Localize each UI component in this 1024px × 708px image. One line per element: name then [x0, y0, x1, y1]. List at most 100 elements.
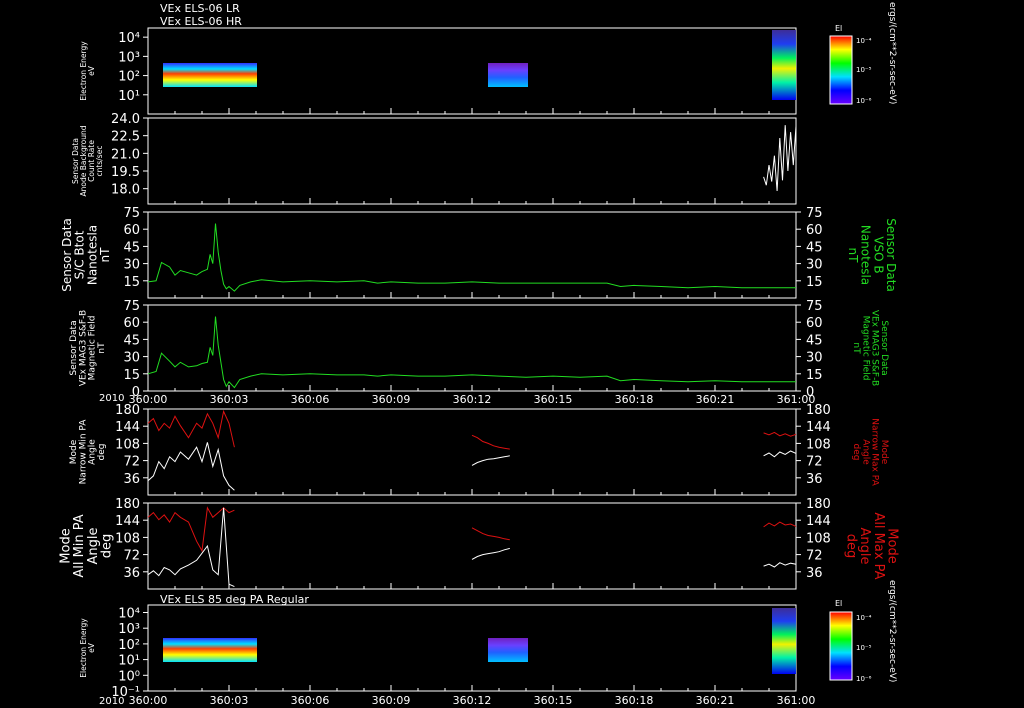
x-tick-label: 360:09: [372, 694, 411, 707]
spectrogram-bottom-blocks: [163, 608, 796, 674]
panel-ylabel-2: Sensor DataS/C BtotNanoteslanT: [60, 218, 112, 292]
y-tick-label-right: 30: [806, 351, 823, 366]
series-line-5-4: [471, 547, 510, 560]
y-tick-label-right: 36: [806, 566, 823, 581]
x-tick-label: 360:12: [453, 694, 492, 707]
svg-text:10⁻⁴: 10⁻⁴: [856, 37, 872, 45]
series-line-2-0: [147, 223, 796, 292]
series-line-5-2: [763, 521, 797, 528]
panel-ylabel-0: Electron EnergyeV: [79, 41, 96, 101]
y-tick-label: 30: [123, 351, 140, 366]
y-tick-label-right: 45: [806, 240, 823, 255]
y-tick-label: 10²: [118, 70, 140, 85]
y-tick-label: 10³: [118, 622, 140, 637]
plot-canvas: VEx ELS-06 LR VEx ELS-06 HR VEx ELS 85 d…: [59, 2, 900, 707]
svg-text:10⁻⁶: 10⁻⁶: [856, 675, 872, 683]
x-tick-label: 360:09: [372, 393, 411, 406]
y-tick-label: 10⁰: [118, 669, 140, 684]
y-tick-label: 10¹: [118, 89, 140, 104]
panel-ylabel-5: ModeAll Min PAAngledeg: [59, 514, 115, 577]
y-tick-label-right: 75: [806, 299, 823, 314]
panel-frame-all-pa: [147, 502, 797, 590]
y-tick-label-right: 45: [806, 333, 823, 348]
y-tick-label: 72: [123, 549, 140, 564]
y-tick-label: 10⁴: [118, 31, 140, 46]
x-tick-label: 360:21: [696, 694, 735, 707]
series-line-4-4: [471, 455, 510, 466]
y-tick-label-right: 180: [806, 497, 831, 512]
panel-ylabel-6: Electron EnergyeV: [79, 618, 96, 678]
y-tick-label: 45: [123, 240, 140, 255]
svg-text:El: El: [835, 599, 842, 608]
y-tick-label: 36: [123, 566, 140, 581]
y-tick-label: 36: [123, 472, 140, 487]
series-line-4-1: [471, 434, 510, 450]
y-tick-label: 72: [123, 455, 140, 470]
x-tick-label: 360:03: [210, 694, 249, 707]
y-tick-label: 10²: [118, 638, 140, 653]
y-tick-label: 15: [123, 368, 140, 383]
y-tick-label: 18.0: [111, 183, 140, 198]
header-title-hr: VEx ELS-06 HR: [160, 15, 242, 28]
x-tick-label: 360:21: [696, 393, 735, 406]
y-tick-label: 10¹: [118, 654, 140, 669]
x-tick-label: 360:00: [129, 694, 168, 707]
y-tick-label-right: 144: [806, 420, 831, 435]
spectrogram-top-blocks: [163, 30, 796, 100]
y-tick-label: 30: [123, 258, 140, 273]
colorbar-units-top: ergs/(cm**2-sr-sec-eV): [887, 2, 897, 104]
x-tick-label: 360:06: [291, 393, 330, 406]
colorbar-bottom: El 10⁻⁴ 10⁻⁵ 10⁻⁶: [829, 599, 872, 683]
panel-frame-anode: [147, 117, 797, 205]
y-tick-label: 19.5: [111, 165, 140, 180]
y-tick-label-right: 60: [806, 223, 823, 238]
series-line-4-5: [763, 450, 797, 458]
x-tick-label: 360:15: [534, 393, 573, 406]
right-label-line: deg: [844, 534, 859, 559]
panel-right-label-3: Sensor DataVEx MAG3 S&F-BMagnetic Fieldn…: [851, 310, 889, 386]
y-tick-label: 75: [123, 206, 140, 221]
series-line-5-1: [471, 527, 510, 541]
x-tick-label: 361:00: [777, 694, 816, 707]
x-tick-label: 360:06: [291, 694, 330, 707]
panel-frame-btot: [147, 211, 797, 299]
ylabel-line: deg: [97, 444, 107, 461]
ylabel-line: nT: [98, 247, 112, 263]
series-line-5-5: [763, 562, 797, 568]
y-tick-label: 144: [115, 420, 140, 435]
svg-text:10⁻⁵: 10⁻⁵: [856, 644, 872, 652]
y-tick-label: 10³: [118, 50, 140, 65]
svg-text:10⁻⁵: 10⁻⁵: [856, 66, 872, 74]
x-tick-label: 360:18: [615, 393, 654, 406]
header-title-lr: VEx ELS-06 LR: [160, 2, 240, 15]
y-tick-label: 180: [115, 497, 140, 512]
panel-ylabel-4: Mode Narrow Min PA Angle deg: [69, 419, 107, 485]
y-tick-label-right: 30: [806, 258, 823, 273]
series-line-1-0: [763, 125, 797, 192]
y-tick-label: 60: [123, 223, 140, 238]
bottom-panel-title: VEx ELS 85 deg PA Regular: [160, 593, 309, 606]
y-tick-label: 108: [115, 437, 140, 452]
ylabel-line: nT: [97, 342, 107, 354]
y-tick-label: 144: [115, 514, 140, 529]
y-tick-label-right: 36: [806, 472, 823, 487]
right-label-line: deg: [851, 444, 861, 461]
y-tick-label-right: 72: [806, 549, 823, 564]
series-layer: [147, 125, 797, 588]
ylabel-line: cnts/sec: [95, 146, 104, 177]
y-tick-label-right: 108: [806, 437, 831, 452]
y-tick-label: 75: [123, 299, 140, 314]
ylabel-line: eV: [87, 65, 96, 76]
colorbar-top: El 10⁻⁴ 10⁻⁵ 10⁻⁶: [829, 24, 872, 105]
y-tick-label: 15: [123, 275, 140, 290]
right-label-line: nT: [846, 248, 860, 264]
panel-right-label-2: Sensor DataVSO BNanoteslanT: [846, 218, 898, 292]
y-tick-label-right: 108: [806, 531, 831, 546]
series-line-3-0: [147, 316, 796, 389]
series-line-5-3: [147, 507, 235, 588]
svg-text:10⁻⁴: 10⁻⁴: [856, 614, 872, 622]
y-tick-label: 108: [115, 531, 140, 546]
x-tick-label: 360:12: [453, 393, 492, 406]
x-tick-label: 360:18: [615, 694, 654, 707]
y-tick-label-right: 15: [806, 368, 823, 383]
